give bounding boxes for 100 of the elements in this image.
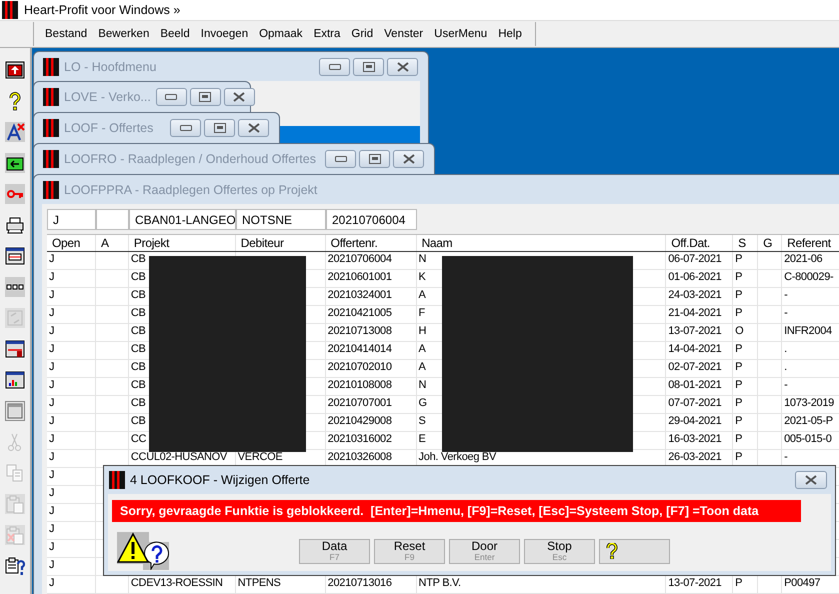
table-cell: 005-015-0 <box>782 432 839 449</box>
close-button[interactable] <box>387 58 418 76</box>
filter-field[interactable]: J <box>47 209 96 230</box>
column-header[interactable]: G <box>758 235 782 251</box>
table-cell: J <box>47 270 96 287</box>
column-header[interactable]: Offertenr. <box>326 235 417 251</box>
table-cell: P <box>733 270 758 287</box>
table-cell: 20210429008 <box>326 414 417 431</box>
column-header[interactable]: A <box>96 235 129 251</box>
table-cell: - <box>782 306 839 323</box>
error-message: Sorry, gevraagde Funktie is geblokkeerd. [Enter]=Hmenu, [F9]=Reset, [Esc]=Systeem Stop, [F7] =Toon data <box>112 500 801 522</box>
column-header[interactable]: Naam <box>416 235 666 251</box>
table-cell: 20210108008 <box>326 378 417 395</box>
dialog-button[interactable]: Stop Esc <box>524 538 595 564</box>
filter-field[interactable]: 20210706004 <box>326 209 417 230</box>
table-cell: 2021-06 <box>782 252 839 269</box>
close-icon <box>402 154 414 164</box>
table-cell: 08-01-2021 <box>666 378 734 395</box>
maximize-button[interactable] <box>204 118 235 136</box>
menu-item[interactable]: Bewerken <box>97 28 150 40</box>
table-cell: J <box>47 540 96 557</box>
table-cell: 20210421005 <box>326 306 417 323</box>
table-cell: P <box>733 288 758 305</box>
column-header[interactable]: S <box>733 235 758 251</box>
dialog-button[interactable]: Data F7 <box>299 538 370 564</box>
table-cell: INFR2004 <box>782 324 839 341</box>
app-title: Heart-Profit voor Windows » <box>24 3 180 17</box>
table-cell: P <box>733 378 758 395</box>
minimize-button[interactable] <box>325 150 356 168</box>
maximize-button[interactable] <box>353 58 384 76</box>
maximize-icon <box>214 122 226 132</box>
table-cell: 1073-2019 <box>782 396 839 413</box>
close-button[interactable] <box>224 88 255 106</box>
table-cell: P <box>733 396 758 413</box>
column-header[interactable]: Projekt <box>128 235 236 251</box>
table-cell: J <box>47 504 96 521</box>
minimize-button[interactable] <box>319 58 350 76</box>
table-cell: J <box>47 306 96 323</box>
menu-item[interactable]: Extra <box>312 28 342 40</box>
column-header[interactable]: Open <box>47 235 96 251</box>
close-button[interactable] <box>238 118 269 136</box>
table-cell: P <box>733 306 758 323</box>
table-cell: . <box>782 360 839 377</box>
minimize-icon <box>165 94 178 100</box>
window-title: LO - Hoofdmenu <box>64 60 158 74</box>
window-icon[interactable] <box>5 246 25 266</box>
dots-icon[interactable] <box>5 277 25 297</box>
filter-field[interactable]: NOTSNE <box>236 209 326 230</box>
table-cell: 13-07-2021 <box>666 324 734 341</box>
table-cell: 29-04-2021 <box>666 414 734 431</box>
key-icon[interactable] <box>5 184 25 204</box>
window-title: LOOFPPRA - Raadplegen Offertes op Projekt <box>64 182 318 196</box>
chart-icon[interactable] <box>5 370 25 390</box>
filter-field[interactable]: CBAN01-LANGEO <box>129 209 236 230</box>
column-header[interactable]: Debiteur <box>236 235 326 251</box>
help-button[interactable] <box>599 538 670 564</box>
window-title: LOOF - Offertes <box>64 120 154 134</box>
maximize-icon <box>368 154 380 164</box>
dialog-button[interactable]: Door Enter <box>449 538 520 564</box>
menu-item[interactable]: Grid <box>350 28 374 40</box>
table-cell: J <box>47 432 96 449</box>
minimize-button[interactable] <box>156 88 187 106</box>
printer-icon[interactable] <box>5 215 25 235</box>
minimize-button[interactable] <box>170 118 201 136</box>
table-cell: J <box>47 450 96 467</box>
close-icon <box>396 62 408 72</box>
menu-item[interactable]: Opmaak <box>258 28 304 40</box>
app-logo-icon <box>43 180 59 198</box>
menu-item[interactable]: Venster <box>383 28 424 40</box>
menu-item[interactable]: Beeld <box>159 28 191 40</box>
table-cell: J <box>47 576 96 593</box>
menu-item[interactable]: Bestand <box>44 28 88 40</box>
table-cell: 14-04-2021 <box>666 342 734 359</box>
font-delete-icon[interactable] <box>5 122 25 142</box>
app-logo-icon <box>109 471 125 489</box>
table-cell: J <box>47 252 96 269</box>
clipboard-question-icon[interactable] <box>5 556 25 576</box>
table-cell: 20210316002 <box>326 432 417 449</box>
filter-field[interactable] <box>96 209 129 230</box>
column-header[interactable]: Referent <box>782 235 839 251</box>
table-cell: J <box>47 378 96 395</box>
table-cell: J <box>47 324 96 341</box>
close-icon <box>233 92 246 102</box>
table-cell: C-800029- <box>782 270 839 287</box>
maximize-icon <box>199 92 212 102</box>
app-logo-icon <box>43 150 59 168</box>
column-header[interactable]: Off.Dat. <box>666 235 734 251</box>
table-cell: P <box>733 342 758 359</box>
maximize-button[interactable] <box>359 150 390 168</box>
question-mark-icon <box>606 543 618 559</box>
close-button[interactable] <box>393 150 424 168</box>
maximize-button[interactable] <box>190 88 221 106</box>
menu-item[interactable]: UserMenu <box>433 28 488 40</box>
close-button[interactable] <box>795 471 827 489</box>
app-logo-icon <box>43 118 59 136</box>
menu-item[interactable]: Invoegen <box>200 28 250 40</box>
menu-item[interactable]: Help <box>497 28 523 40</box>
dialog-button[interactable]: Reset F9 <box>374 538 445 564</box>
table-cell: 20210414014 <box>326 342 417 359</box>
table-cell: J <box>47 360 96 377</box>
